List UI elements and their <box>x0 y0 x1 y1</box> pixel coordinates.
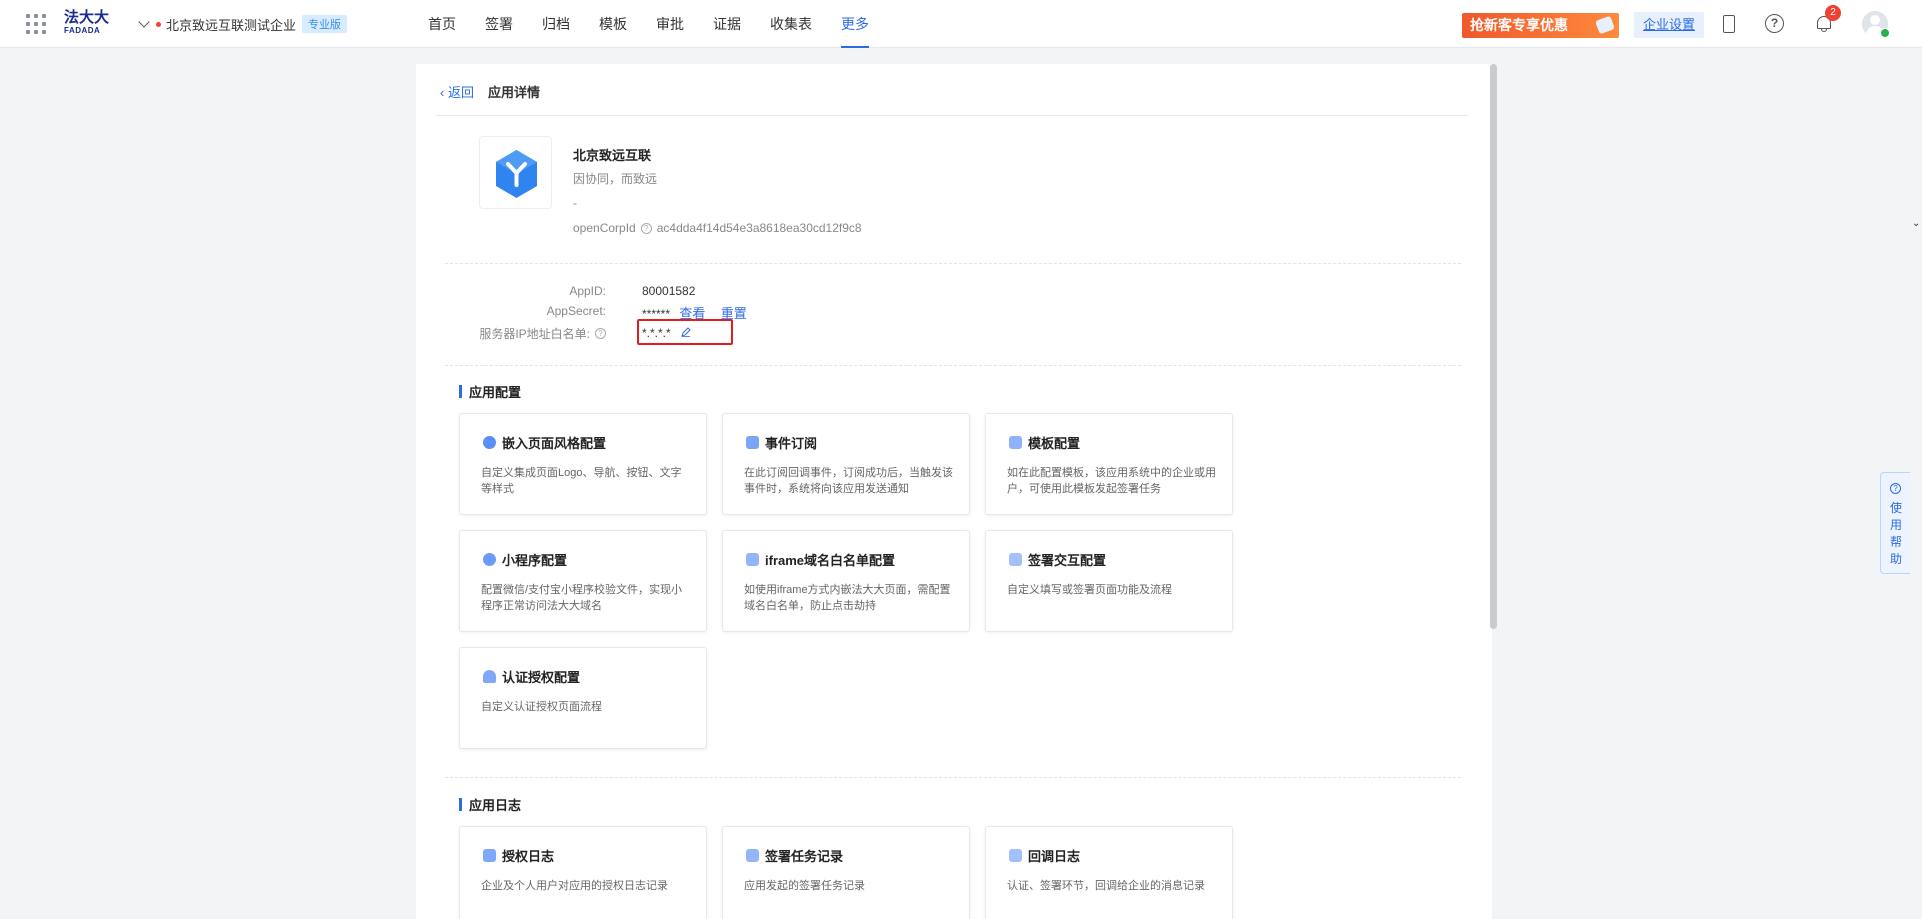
tile-sign-task-log[interactable]: 签署任务记录 应用发起的签署任务记录 <box>722 826 970 919</box>
tile-description: 在此订阅回调事件，订阅成功后，当触发该事件时，系统将向该应用发送通知 <box>744 467 953 495</box>
ip-whitelist-label-row: 服务器IP地址白名单: ? <box>396 325 606 342</box>
page-title: 应用详情 <box>487 84 540 100</box>
nav-template[interactable]: 模板 <box>599 0 627 48</box>
status-dot <box>156 21 161 27</box>
promo-banner[interactable]: 抢新客专享优惠 <box>1462 13 1619 38</box>
chevron-down-icon: ⌄ <box>1912 218 1921 229</box>
app-name: 北京致远互联 <box>573 148 652 163</box>
nav-home[interactable]: 首页 <box>428 0 456 48</box>
tile-description: 配置微信/支付宝小程序校验文件，实现小程序正常访问法大大域名 <box>481 584 683 612</box>
sign-interact-icon <box>1009 553 1022 566</box>
section-title-logs: 应用日志 <box>459 795 521 814</box>
nav-sign[interactable]: 签署 <box>485 0 513 48</box>
scrollbar[interactable] <box>1490 64 1497 629</box>
event-icon <box>746 436 759 449</box>
tile-description: 企业及个人用户对应用的授权日志记录 <box>481 880 668 892</box>
tile-auth-log[interactable]: 授权日志 企业及个人用户对应用的授权日志记录 <box>459 826 707 919</box>
tile-auth-config[interactable]: 认证授权配置 自定义认证授权页面流程 <box>459 647 707 749</box>
auth-log-icon <box>483 849 496 862</box>
callback-log-icon <box>1009 849 1022 862</box>
open-corp-id-label: openCorpId <box>573 221 636 235</box>
tile-miniprogram[interactable]: 小程序配置 配置微信/支付宝小程序校验文件，实现小程序正常访问法大大域名 <box>459 530 707 632</box>
tile-description: 认证、签署环节，回调给企业的消息记录 <box>1007 880 1205 892</box>
app-logo <box>479 136 552 209</box>
tile-description: 自定义填写或签署页面功能及流程 <box>1007 584 1172 596</box>
help-side-tab[interactable]: ? 使用帮助 <box>1880 472 1910 574</box>
appid-label: AppID: <box>569 284 606 298</box>
apps-grid-icon[interactable] <box>26 14 46 34</box>
nav-evidence[interactable]: 证据 <box>713 0 741 48</box>
divider <box>445 777 1461 778</box>
organization-selector[interactable]: 北京致远互联测试企业 专业版 <box>138 13 348 35</box>
help-icon[interactable]: ? <box>1765 14 1784 33</box>
tile-description: 如使用iframe方式内嵌法大大页面，需配置域名白名单，防止点击劫持 <box>744 584 951 612</box>
org-name: 北京致远互联测试企业 <box>166 17 297 33</box>
divider <box>436 115 1468 116</box>
tile-embed-style[interactable]: 嵌入页面风格配置 自定义集成页面Logo、导航、按钮、文字等样式 <box>459 413 707 515</box>
promo-tag-icon <box>1595 15 1615 35</box>
nav-collect-form[interactable]: 收集表 <box>770 0 812 48</box>
main-nav: 首页 签署 归档 模板 审批 证据 收集表 更多 <box>428 0 898 48</box>
appid-value: 80001582 <box>642 284 696 298</box>
iframe-icon <box>746 553 759 566</box>
tile-description: 如在此配置模板，该应用系统中的企业或用户，可使用此模板发起签署任务 <box>1007 467 1216 495</box>
ip-whitelist-label: 服务器IP地址白名单: <box>479 327 590 341</box>
mobile-icon[interactable] <box>1723 15 1735 33</box>
tile-description: 应用发起的签署任务记录 <box>744 880 865 892</box>
divider <box>445 263 1461 264</box>
breadcrumb: ‹ 返回 应用详情 <box>440 82 540 100</box>
divider <box>445 365 1461 366</box>
promo-text: 抢新客专享优惠 <box>1470 17 1568 33</box>
chevron-down-icon <box>138 16 150 28</box>
nav-more[interactable]: 更多 <box>841 0 869 48</box>
verified-check-icon <box>1880 28 1890 38</box>
open-corp-id-row: openCorpId ? ac4dda4f14d54e3a8618ea30cd1… <box>573 221 862 235</box>
ip-whitelist-value: *.*.*.* <box>642 326 671 340</box>
tile-template-config[interactable]: 模板配置 如在此配置模板，该应用系统中的企业或用户，可使用此模板发起签署任务 <box>985 413 1233 515</box>
tile-sign-interaction[interactable]: 签署交互配置 自定义填写或签署页面功能及流程 <box>985 530 1233 632</box>
section-title-config: 应用配置 <box>459 382 521 401</box>
auth-icon <box>483 670 496 683</box>
logo-text-en: FADADA <box>64 26 101 35</box>
question-icon: ? <box>1890 483 1901 494</box>
app-slogan: 因协同，而致远 <box>573 172 658 186</box>
app-description: - <box>573 196 577 210</box>
help-tab-label: 使用帮助 <box>1890 501 1903 566</box>
tile-callback-log[interactable]: 回调日志 认证、签署环节，回调给企业的消息记录 <box>985 826 1233 919</box>
top-navigation-bar: 法大大 FADADA 北京致远互联测试企业 专业版 首页 签署 归档 模板 审批… <box>0 0 1922 48</box>
question-icon[interactable]: ? <box>640 222 652 234</box>
org-plan-badge: 专业版 <box>302 15 348 33</box>
tile-iframe-whitelist[interactable]: iframe域名白名单配置 如使用iframe方式内嵌法大大页面，需配置域名白名… <box>722 530 970 632</box>
template-icon <box>1009 436 1022 449</box>
logo-text-cn: 法大大 <box>64 9 110 26</box>
corp-settings-button[interactable]: 企业设置 <box>1634 12 1704 38</box>
nav-archive[interactable]: 归档 <box>542 0 570 48</box>
tile-description: 自定义认证授权页面流程 <box>481 701 602 713</box>
palette-icon <box>483 436 496 449</box>
appsecret-label: AppSecret: <box>546 304 606 318</box>
nav-approval[interactable]: 审批 <box>656 0 684 48</box>
tile-event-subscribe[interactable]: 事件订阅 在此订阅回调事件，订阅成功后，当触发该事件时，系统将向该应用发送通知 <box>722 413 970 515</box>
open-corp-id-value: ac4dda4f14d54e3a8618ea30cd12f9c8 <box>656 221 862 235</box>
question-icon[interactable]: ? <box>595 328 606 339</box>
fadada-logo[interactable]: 法大大 FADADA <box>64 10 114 38</box>
miniprogram-icon <box>483 553 496 566</box>
notification-count-badge: 2 <box>1825 5 1841 21</box>
sign-task-icon <box>746 849 759 862</box>
back-link[interactable]: ‹ 返回 <box>440 82 474 101</box>
edit-pencil-icon[interactable] <box>681 327 691 337</box>
tile-description: 自定义集成页面Logo、导航、按钮、文字等样式 <box>481 467 682 495</box>
